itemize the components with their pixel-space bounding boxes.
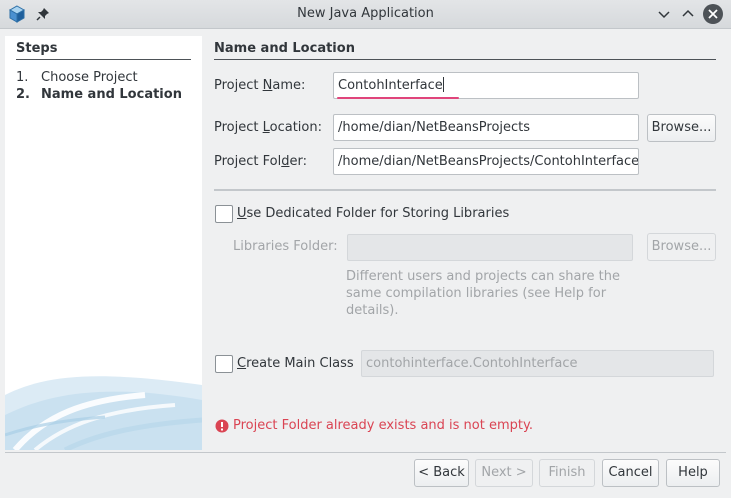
create-main-class-label[interactable]: Create Main Class (237, 356, 354, 371)
button-bar-separator (5, 452, 726, 453)
project-name-label: Project Name: (214, 78, 306, 93)
libraries-folder-label: Libraries Folder: (233, 239, 338, 254)
maximize-icon[interactable] (680, 6, 696, 22)
title-bar: New Java Application (0, 0, 731, 29)
window-title: New Java Application (297, 6, 434, 21)
dedicated-libraries-checkbox[interactable] (215, 205, 233, 223)
close-icon[interactable] (703, 4, 723, 24)
step-number: 2. (16, 87, 30, 102)
error-message: Project Folder already exists and is not… (233, 418, 533, 433)
separator (214, 189, 716, 191)
step-number: 1. (16, 70, 29, 85)
section-divider (214, 59, 716, 60)
step-label: Choose Project (41, 70, 138, 85)
text-caret (442, 77, 444, 92)
name-and-location-panel: Name and Location Project Name: ContohIn… (214, 36, 716, 450)
project-folder-input[interactable]: /home/dian/NetBeansProjects/ContohInterf… (333, 148, 639, 175)
create-main-class-checkbox[interactable] (215, 355, 233, 373)
browse-location-button[interactable]: Browse... (647, 114, 716, 142)
project-location-input[interactable]: /home/dian/NetBeansProjects (333, 114, 639, 141)
decorative-wave-art (5, 376, 202, 450)
browse-libraries-button[interactable]: Browse... (647, 233, 716, 261)
libraries-folder-input[interactable] (347, 234, 633, 261)
minimize-icon[interactable] (656, 6, 672, 22)
steps-divider (16, 59, 191, 60)
back-button[interactable]: < Back (414, 459, 469, 487)
error-icon (215, 419, 229, 433)
main-class-input[interactable]: contohinterface.ContohInterface (361, 350, 714, 377)
finish-button[interactable]: Finish (539, 459, 595, 487)
step-label: Name and Location (41, 87, 182, 102)
new-java-application-dialog: New Java Application Steps 1. Choose Proj… (0, 0, 731, 498)
project-location-label: Project Location: (214, 120, 322, 135)
steps-heading: Steps (16, 41, 58, 56)
cancel-button[interactable]: Cancel (602, 459, 659, 487)
step-choose-project: 1. Choose Project (16, 70, 138, 85)
project-name-input[interactable]: ContohInterface (333, 72, 639, 99)
step-name-and-location: 2. Name and Location (16, 87, 182, 102)
steps-panel: Steps 1. Choose Project 2. Name and Locati… (5, 36, 202, 450)
focus-indicator (337, 97, 459, 99)
next-button[interactable]: Next > (475, 459, 533, 487)
libraries-hint: Different users and projects can share t… (346, 269, 620, 318)
help-button[interactable]: Help (666, 459, 720, 487)
project-folder-label: Project Folder: (214, 154, 307, 169)
dedicated-libraries-label[interactable]: Use Dedicated Folder for Storing Librari… (237, 206, 509, 221)
section-heading: Name and Location (214, 41, 355, 56)
